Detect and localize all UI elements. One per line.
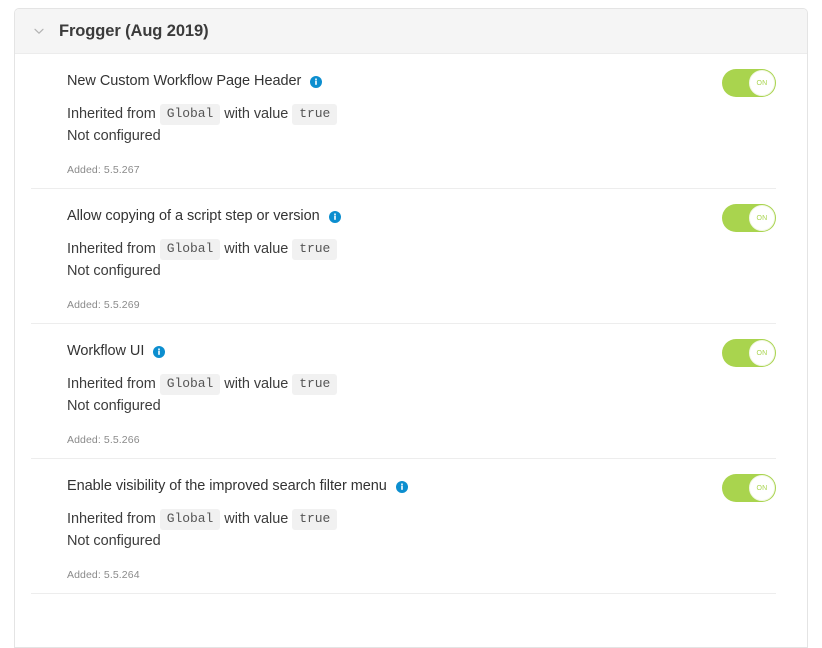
feature-flag-panel: Frogger (Aug 2019) New Custom Workflow P… xyxy=(14,8,808,648)
feature-title-text: Enable visibility of the improved search… xyxy=(67,478,387,494)
feature-title: New Custom Workflow Page Header xyxy=(67,72,722,90)
feature-added-version: Added: 5.5.264 xyxy=(67,569,140,581)
feature-toggle[interactable]: ON xyxy=(722,69,776,97)
feature-row: New Custom Workflow Page Header Inherite… xyxy=(31,54,776,189)
with-value-label: with value xyxy=(224,106,289,122)
feature-row: Allow copying of a script step or versio… xyxy=(31,189,776,324)
feature-toggle-label: ON xyxy=(756,349,768,357)
inherited-value-chip: true xyxy=(292,239,338,260)
feature-toggle[interactable]: ON xyxy=(722,474,776,502)
feature-row-main: Enable visibility of the improved search… xyxy=(67,474,776,581)
feature-added-version: Added: 5.5.269 xyxy=(67,299,140,311)
feature-title: Workflow UI xyxy=(67,342,722,360)
feature-toggle-knob: ON xyxy=(749,70,775,96)
feature-configured-state: Not configured xyxy=(67,398,161,414)
feature-toggle[interactable]: ON xyxy=(722,339,776,367)
feature-details: New Custom Workflow Page Header Inherite… xyxy=(67,72,722,176)
inherited-prefix: Inherited from xyxy=(67,106,156,122)
inherited-source-chip: Global xyxy=(159,239,221,260)
feature-row-main: Workflow UI Inherited from Global with va xyxy=(67,339,776,446)
inherited-source-chip: Global xyxy=(159,374,221,395)
feature-toggle[interactable]: ON xyxy=(722,204,776,232)
feature-title: Enable visibility of the improved search… xyxy=(67,477,722,495)
info-icon[interactable] xyxy=(328,211,341,223)
with-value-label: with value xyxy=(224,376,289,392)
feature-details: Allow copying of a script step or versio… xyxy=(67,207,722,311)
inherited-value-chip: true xyxy=(292,509,338,530)
feature-details: Enable visibility of the improved search… xyxy=(67,477,722,581)
feature-row-main: New Custom Workflow Page Header Inherite… xyxy=(67,69,776,176)
inherited-prefix: Inherited from xyxy=(67,376,156,392)
feature-configured-state: Not configured xyxy=(67,263,161,279)
feature-title-text: Allow copying of a script step or versio… xyxy=(67,208,320,224)
feature-row-main: Allow copying of a script step or versio… xyxy=(67,204,776,311)
feature-row: Workflow UI Inherited from Global with va xyxy=(31,324,776,459)
panel-title: Frogger (Aug 2019) xyxy=(59,21,209,40)
feature-toggle-knob: ON xyxy=(749,475,775,501)
with-value-label: with value xyxy=(224,511,289,527)
inherited-prefix: Inherited from xyxy=(67,241,156,257)
inherited-prefix: Inherited from xyxy=(67,511,156,527)
panel-body: New Custom Workflow Page Header Inherite… xyxy=(15,54,807,594)
feature-toggle-label: ON xyxy=(756,484,768,492)
feature-details: Workflow UI Inherited from Global with va xyxy=(67,342,722,446)
inherited-value-chip: true xyxy=(292,104,338,125)
feature-inherited-line: Inherited from Global with value true xyxy=(67,508,722,531)
page-root: Frogger (Aug 2019) New Custom Workflow P… xyxy=(0,0,822,648)
chevron-down-icon[interactable] xyxy=(31,23,47,39)
feature-title-text: New Custom Workflow Page Header xyxy=(67,73,302,89)
info-icon[interactable] xyxy=(310,76,323,88)
feature-title: Allow copying of a script step or versio… xyxy=(67,207,722,225)
feature-configured-state: Not configured xyxy=(67,533,161,549)
feature-inherited-line: Inherited from Global with value true xyxy=(67,238,722,261)
feature-toggle-label: ON xyxy=(756,214,768,222)
feature-title-text: Workflow UI xyxy=(67,343,145,359)
info-icon[interactable] xyxy=(395,481,408,493)
info-icon[interactable] xyxy=(153,346,166,358)
inherited-source-chip: Global xyxy=(159,104,221,125)
feature-configured-state: Not configured xyxy=(67,128,161,144)
feature-added-version: Added: 5.5.266 xyxy=(67,434,140,446)
panel-header[interactable]: Frogger (Aug 2019) xyxy=(15,9,807,54)
inherited-source-chip: Global xyxy=(159,509,221,530)
with-value-label: with value xyxy=(224,241,289,257)
feature-row: Enable visibility of the improved search… xyxy=(31,459,776,594)
feature-added-version: Added: 5.5.267 xyxy=(67,164,140,176)
feature-inherited-line: Inherited from Global with value true xyxy=(67,373,722,396)
feature-inherited-line: Inherited from Global with value true xyxy=(67,103,722,126)
feature-toggle-knob: ON xyxy=(749,205,775,231)
inherited-value-chip: true xyxy=(292,374,338,395)
feature-toggle-knob: ON xyxy=(749,340,775,366)
feature-toggle-label: ON xyxy=(756,79,768,87)
